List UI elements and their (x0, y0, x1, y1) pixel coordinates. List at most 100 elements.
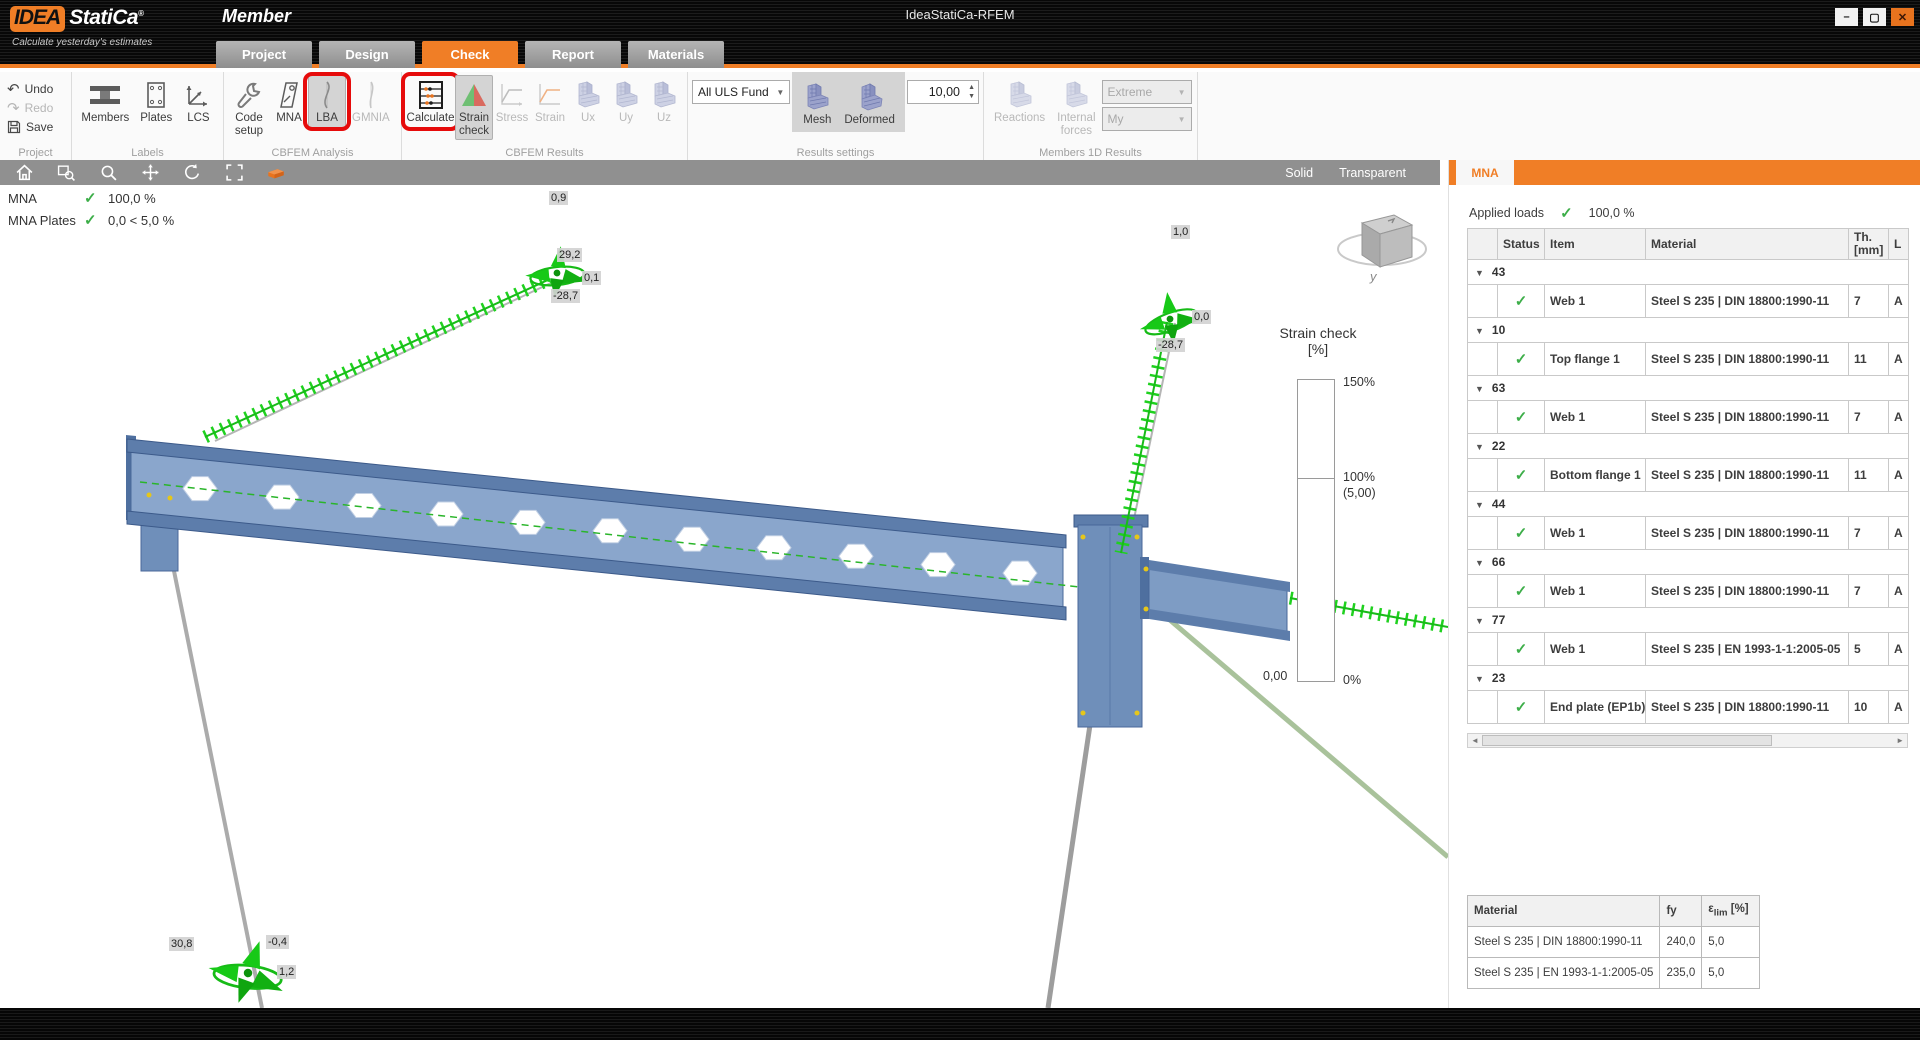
table-horizontal-scrollbar[interactable]: ◄ ► (1467, 733, 1908, 748)
table-row[interactable]: ✓ Web 1 Steel S 235 | EN 1993-1-1:2005-05 5… (1467, 632, 1909, 667)
scroll-left-icon[interactable]: ◄ (1471, 735, 1479, 747)
tab-project[interactable]: Project (216, 41, 312, 68)
reactions-button[interactable]: Reactions (988, 75, 1051, 128)
deformation-uz-button[interactable]: Uz (645, 75, 683, 128)
collapse-icon[interactable]: ▼ (1475, 674, 1484, 684)
strain-check-button[interactable]: Strain check (455, 75, 493, 141)
deformation-scale-stepper[interactable]: 10,00 ▲ ▼ (906, 80, 979, 104)
value-label: -28,7 (551, 289, 581, 303)
collapse-icon[interactable]: ▼ (1475, 442, 1484, 452)
extreme-select[interactable]: Extreme ▼ (1101, 80, 1192, 104)
applied-loads-row: Applied loads ✓ 100,0 % (1469, 204, 1635, 222)
undo-button[interactable]: ↶ Undo (4, 81, 56, 97)
undo-icon: ↶ (7, 80, 20, 98)
value-label: 0,1 (582, 271, 602, 285)
collapse-icon[interactable]: ▼ (1475, 558, 1484, 568)
internal-forces-button[interactable]: Internal forces (1051, 75, 1101, 140)
plates-button[interactable]: Plates (135, 75, 178, 128)
abacus-icon (416, 80, 446, 110)
zoom-window-icon[interactable] (56, 163, 76, 183)
code-setup-button[interactable]: Code setup (228, 75, 270, 140)
strain-button[interactable]: Strain (531, 75, 569, 128)
group-row[interactable]: ▼ 23 (1467, 665, 1909, 692)
deformed-button[interactable]: Deformed (838, 74, 901, 130)
stepper-down-icon[interactable]: ▼ (968, 93, 975, 100)
table-row[interactable]: ✓ Top flange 1 Steel S 235 | DIN 18800:199… (1467, 342, 1909, 377)
table-row[interactable]: ✓ Web 1 Steel S 235 | DIN 18800:1990-11 7 A (1467, 574, 1909, 609)
redo-icon: ↷ (7, 99, 20, 117)
group-row[interactable]: ▼ 10 (1467, 317, 1909, 344)
lba-button[interactable]: LBA (303, 72, 351, 131)
material-row[interactable]: Steel S 235 | EN 1993-1-1:2005-05 235,0 … (1466, 957, 1761, 989)
applied-loads-value: 100,0 % (1588, 206, 1635, 220)
redo-button[interactable]: ↷ Redo (4, 100, 56, 116)
check-icon: ✓ (1514, 525, 1528, 543)
minimize-button[interactable]: – (1835, 8, 1858, 26)
close-button[interactable]: ✕ (1891, 8, 1914, 26)
tab-design[interactable]: Design (319, 41, 415, 68)
structure-3d-scene (126, 240, 1448, 1008)
lcs-icon (183, 80, 213, 110)
solid-brick-icon[interactable] (266, 163, 286, 183)
view-mode-solid[interactable]: Solid (1285, 166, 1313, 180)
load-combination-select[interactable]: All ULS Fund ▼ (692, 80, 791, 104)
tab-check[interactable]: Check (422, 41, 518, 68)
group-label-cbfem-results: CBFEM Results (505, 147, 584, 159)
chevron-down-icon: ▼ (1177, 87, 1186, 97)
fit-view-icon[interactable] (224, 163, 244, 183)
panel-tab-mna[interactable]: MNA (1456, 160, 1514, 185)
group-row[interactable]: ▼ 77 (1467, 607, 1909, 634)
collapse-icon[interactable]: ▼ (1475, 268, 1484, 278)
scroll-right-icon[interactable]: ► (1896, 735, 1904, 747)
viewport-3d[interactable]: MNA ✓ 100,0 % MNA Plates ✓ 0,0 < 5,0 % 0… (0, 185, 1448, 1008)
home-view-icon[interactable] (14, 163, 34, 183)
collapse-icon[interactable]: ▼ (1475, 616, 1484, 626)
group-row[interactable]: ▼ 66 (1467, 549, 1909, 576)
stress-button[interactable]: Stress (493, 75, 531, 128)
materials-table: Material fy εlim [%] Steel S 235 | DIN 1… (1466, 895, 1761, 989)
mesh-button[interactable]: Mesh (796, 74, 838, 130)
save-button[interactable]: Save (4, 119, 56, 135)
view-mode-transparent[interactable]: Transparent (1339, 166, 1406, 180)
group-row[interactable]: ▼ 22 (1467, 433, 1909, 460)
axis-y-label: y (1369, 269, 1378, 284)
tab-materials[interactable]: Materials (628, 41, 724, 68)
group-row[interactable]: ▼ 43 (1467, 259, 1909, 286)
lcs-button[interactable]: LCS (178, 75, 219, 128)
ux-button[interactable]: Ux (569, 75, 607, 128)
navigation-cube[interactable]: y (1332, 201, 1436, 287)
lba-buckling-icon (317, 80, 337, 110)
group-row[interactable]: ▼ 63 (1467, 375, 1909, 402)
collapse-icon[interactable]: ▼ (1475, 326, 1484, 336)
zoom-icon[interactable] (98, 163, 118, 183)
deformation-uy-button[interactable]: Uy (607, 75, 645, 128)
check-icon: ✓ (1514, 293, 1528, 311)
tab-report[interactable]: Report (525, 41, 621, 68)
material-row[interactable]: Steel S 235 | DIN 18800:1990-11 240,0 5,… (1466, 926, 1761, 958)
my-select[interactable]: My ▼ (1101, 107, 1192, 131)
group-row[interactable]: ▼ 44 (1467, 491, 1909, 518)
applied-loads-label: Applied loads (1469, 206, 1545, 220)
stepper-up-icon[interactable]: ▲ (968, 84, 975, 91)
table-row[interactable]: ✓ Web 1 Steel S 235 | DIN 18800:1990-11 7 A (1467, 400, 1909, 435)
table-row[interactable]: ✓ Web 1 Steel S 235 | DIN 18800:1990-11 7 A (1467, 284, 1909, 319)
scrollbar-thumb[interactable] (1482, 735, 1772, 746)
col-last: L (1888, 227, 1909, 261)
mna-button[interactable]: MNA (270, 75, 308, 128)
bottom-status-bar (0, 1008, 1920, 1040)
calculate-button[interactable]: Calculate (401, 72, 460, 131)
table-row[interactable]: ✓ Web 1 Steel S 235 | DIN 18800:1990-11 7 A (1467, 516, 1909, 551)
deformation-uz-icon (649, 80, 679, 110)
window-title: IdeaStatiCa-RFEM (905, 7, 1015, 22)
table-row[interactable]: ✓ Bottom flange 1 Steel S 235 | DIN 18800:… (1467, 458, 1909, 493)
gmnia-button[interactable]: GMNIA (346, 75, 396, 128)
maximize-button[interactable]: ▢ (1863, 8, 1886, 26)
pan-icon[interactable] (140, 163, 160, 183)
rotate-view-icon[interactable] (182, 163, 202, 183)
collapse-icon[interactable]: ▼ (1475, 384, 1484, 394)
collapse-icon[interactable]: ▼ (1475, 500, 1484, 510)
strain-check-legend: Strain check [%] 150% 100% (5,00) 0,00 0… (1255, 325, 1425, 687)
table-row[interactable]: ✓ End plate (EP1b) Steel S 235 | DIN 18800… (1467, 690, 1909, 725)
save-icon (7, 120, 21, 134)
members-button[interactable]: Members (76, 75, 135, 128)
